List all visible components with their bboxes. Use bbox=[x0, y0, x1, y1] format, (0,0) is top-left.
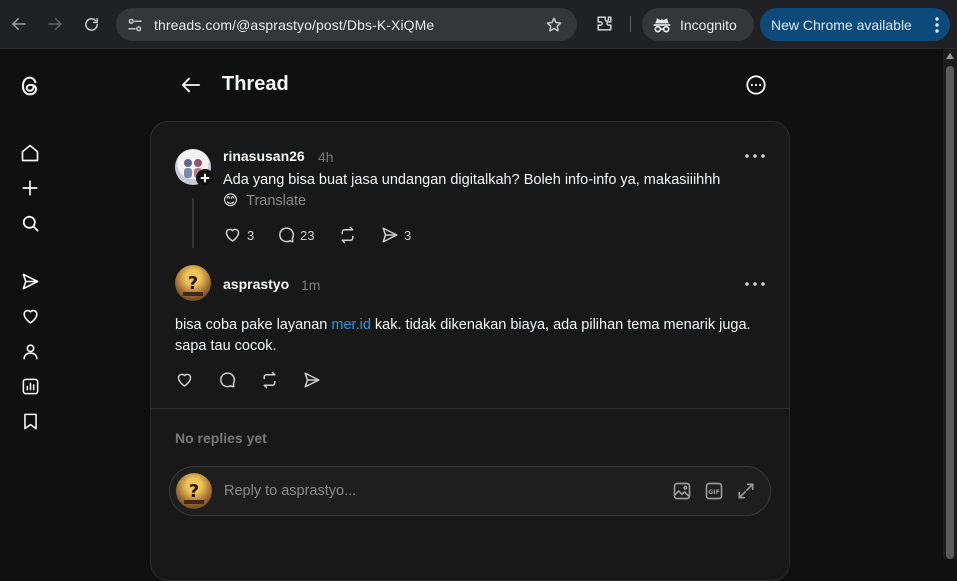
heart-icon bbox=[225, 228, 240, 242]
reply-like-button[interactable] bbox=[175, 371, 194, 389]
incognito-chip[interactable]: Incognito bbox=[642, 8, 754, 41]
bookmark-star-icon[interactable] bbox=[545, 16, 563, 34]
mer-id-link[interactable]: mer.id bbox=[331, 317, 371, 333]
threads-logo-icon[interactable] bbox=[20, 76, 40, 96]
reply-comment-button[interactable] bbox=[218, 371, 236, 389]
gif-icon[interactable]: GIF bbox=[704, 481, 724, 501]
repost-icon bbox=[341, 226, 354, 244]
incognito-icon bbox=[653, 17, 671, 32]
post-text: Ada yang bisa buat jasa undangan digital… bbox=[223, 172, 721, 188]
scroll-up-icon[interactable] bbox=[946, 53, 954, 59]
heart-icon bbox=[177, 373, 192, 387]
profile-icon[interactable] bbox=[20, 341, 40, 361]
insights-icon[interactable] bbox=[20, 376, 40, 396]
reply-repost-button[interactable] bbox=[260, 371, 279, 389]
address-bar[interactable]: threads.com/@asprastyo/post/Dbs-K-XiQMe bbox=[116, 8, 577, 41]
svg-text:GIF: GIF bbox=[708, 489, 720, 496]
emoji: 😊 bbox=[223, 193, 239, 209]
avatar[interactable]: ? bbox=[175, 265, 211, 301]
reply-username[interactable]: asprastyo bbox=[223, 276, 289, 292]
page-title: Thread bbox=[222, 73, 289, 95]
post-username[interactable]: rinasusan26 bbox=[223, 148, 305, 164]
browser-toolbar: threads.com/@asprastyo/post/Dbs-K-XiQMe … bbox=[0, 0, 957, 49]
follow-plus-icon[interactable] bbox=[196, 169, 214, 187]
toolbar-divider bbox=[630, 16, 631, 32]
share-icon bbox=[304, 372, 320, 388]
like-count: 3 bbox=[247, 227, 255, 243]
comment-icon bbox=[279, 227, 295, 243]
reload-icon[interactable] bbox=[79, 12, 103, 36]
share-icon bbox=[382, 227, 398, 243]
like-button[interactable]: 3 bbox=[223, 226, 254, 244]
post-more-icon[interactable] bbox=[745, 154, 765, 158]
expand-icon[interactable] bbox=[736, 481, 756, 501]
create-post-icon[interactable] bbox=[20, 178, 40, 198]
translate-link[interactable]: Translate bbox=[246, 193, 306, 209]
url-text[interactable]: threads.com/@asprastyo/post/Dbs-K-XiQMe bbox=[154, 17, 434, 33]
avatar: ? bbox=[176, 473, 212, 509]
incognito-label: Incognito bbox=[680, 16, 737, 33]
reply-text-before-link: bisa coba pake layanan bbox=[175, 317, 332, 333]
reply-timestamp[interactable]: 1m bbox=[301, 277, 320, 293]
reply-button[interactable]: 23 bbox=[277, 226, 314, 244]
reply-input[interactable] bbox=[224, 481, 624, 501]
post-timestamp[interactable]: 4h bbox=[318, 149, 334, 165]
back-arrow-icon[interactable] bbox=[180, 74, 202, 96]
thread-connector-line bbox=[192, 198, 194, 248]
no-replies-label: No replies yet bbox=[175, 430, 267, 446]
activity-heart-icon[interactable] bbox=[20, 306, 40, 326]
back-icon[interactable] bbox=[7, 12, 31, 36]
section-divider bbox=[151, 408, 789, 409]
thread-options-icon[interactable] bbox=[745, 74, 767, 96]
repost-icon bbox=[263, 371, 276, 389]
site-info-icon[interactable] bbox=[126, 16, 144, 34]
extensions-icon[interactable] bbox=[595, 14, 614, 33]
share-button[interactable]: 3 bbox=[381, 226, 411, 244]
kebab-menu-icon[interactable] bbox=[934, 17, 940, 33]
reply-more-icon[interactable] bbox=[745, 282, 765, 286]
home-icon[interactable] bbox=[20, 143, 40, 163]
reply-count: 23 bbox=[300, 227, 315, 243]
svg-text:?: ? bbox=[189, 481, 199, 502]
svg-text:?: ? bbox=[188, 273, 198, 294]
update-label: New Chrome available bbox=[771, 16, 912, 33]
reply-body: bisa coba pake layanan mer.id kak. tidak… bbox=[175, 315, 755, 357]
image-attach-icon[interactable] bbox=[672, 481, 692, 501]
share-count: 3 bbox=[404, 227, 412, 243]
repost-button[interactable] bbox=[338, 226, 357, 244]
chrome-update-button[interactable]: New Chrome available bbox=[760, 8, 950, 41]
post-body: Ada yang bisa buat jasa undangan digital… bbox=[223, 170, 753, 212]
forward-icon[interactable] bbox=[43, 12, 67, 36]
saved-bookmark-icon[interactable] bbox=[20, 411, 40, 431]
search-icon[interactable] bbox=[20, 213, 40, 233]
send-icon[interactable] bbox=[20, 271, 40, 291]
reply-share-button[interactable] bbox=[303, 371, 321, 389]
scrollbar-thumb[interactable] bbox=[946, 66, 954, 559]
comment-icon bbox=[220, 372, 236, 388]
